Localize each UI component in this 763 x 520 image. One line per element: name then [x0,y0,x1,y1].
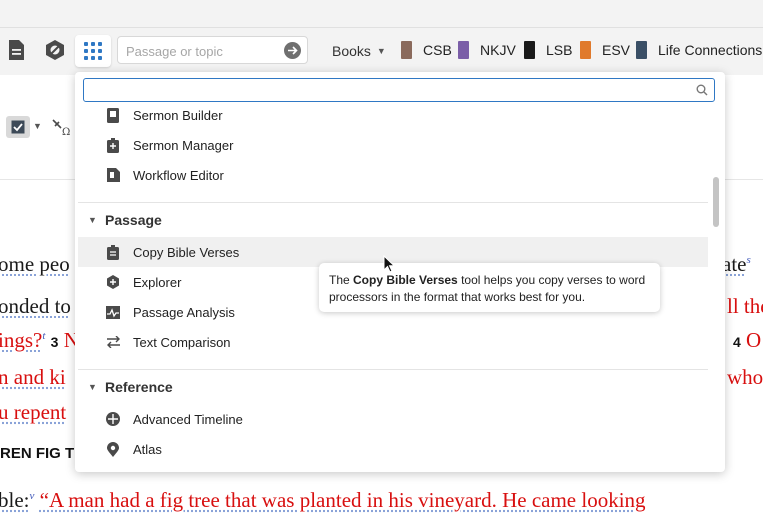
text-line-2: onded to [0,294,71,318]
text-line-4: n and ki [0,365,66,389]
copy-verses-icon [105,244,121,260]
books-menu-button[interactable]: Books ▼ [332,41,386,61]
scrollbar-thumb[interactable] [713,177,719,227]
text-line-1: ome peo [0,252,70,276]
chevron-down-icon: ▼ [376,46,386,56]
dropdown-scrollbar[interactable] [711,108,721,468]
passage-search [117,36,308,64]
checkbox-icon [11,120,25,134]
sermon-builder-icon [105,107,121,123]
visual-filter-icon[interactable] [43,38,67,62]
passage-search-input[interactable] [126,41,286,61]
shortcut-label: ESV [602,42,631,58]
menu-item-sermon-builder[interactable]: Sermon Builder [78,100,708,130]
chevron-down-icon[interactable]: ▼ [33,121,42,131]
tool-tooltip: The Copy Bible Verses tool helps you cop… [319,263,660,312]
grid-icon [84,42,102,60]
document-icon[interactable] [4,38,28,62]
timeline-icon [105,411,121,427]
shortcut-nkjv[interactable]: NKJV [458,39,516,61]
text-line-3-right: 4 O [733,328,762,352]
menu-item-atlas[interactable]: Atlas [78,434,708,464]
text-line-5: u repent [0,400,67,424]
book-cover-icon [580,41,591,59]
tooltip-text: The [329,273,354,287]
section-reference[interactable]: ▼ Reference [78,372,708,402]
shortcut-label: CSB [423,42,452,58]
sermon-manager-icon [105,137,121,153]
shortcut-label: NKJV [480,42,516,58]
svg-text:Ω: Ω [62,127,70,137]
tools-menu-button[interactable] [75,35,111,67]
section-heading: REN FIG TR [0,445,85,462]
tools-filter [83,78,715,102]
shortcut-csb[interactable]: CSB [401,39,452,61]
divider [78,202,708,203]
menu-item-advanced-timeline[interactable]: Advanced Timeline [78,404,708,434]
tools-filter-input[interactable] [90,81,680,99]
shortcut-lsb[interactable]: LSB [524,39,572,61]
workflow-editor-icon [105,167,121,183]
section-passage[interactable]: ▼ Passage [78,205,708,235]
atlas-icon [105,441,121,457]
tooltip-text: processors in the format that works best… [329,290,586,304]
text-line-3: ings?t 3 N [0,328,79,352]
book-cover-icon [636,41,647,59]
go-arrow-icon[interactable] [284,42,301,59]
interlinear-icon[interactable]: Ω [51,117,71,137]
books-label: Books [332,43,371,59]
window-top-strip [0,0,763,28]
checkbox-toggle-button[interactable] [6,116,30,138]
menu-item-sermon-manager[interactable]: Sermon Manager [78,130,708,160]
passage-analysis-icon [105,304,121,320]
text-line-last: ble:v “A man had a fig tree that was pla… [0,488,646,512]
shortcut-label: LSB [546,42,573,58]
book-cover-icon [458,41,469,59]
tooltip-tool-name: Copy Bible Verses [353,273,458,287]
text-line-1-right: ates [722,252,751,276]
divider [78,369,708,370]
mouse-cursor-icon [383,255,395,273]
tooltip-text: tool helps you copy verses to word [457,273,646,287]
shortcut-life-connections[interactable]: Life Connections S [636,39,763,61]
collapse-triangle-icon: ▼ [88,382,97,392]
text-line-2-right: ll the [727,294,763,318]
menu-item-text-comparison[interactable]: Text Comparison [78,327,708,357]
shortcut-label: Life Connections S [658,42,763,58]
book-cover-icon [401,41,412,59]
search-icon [696,84,708,96]
text-line-4-right: who [727,365,763,389]
menu-item-workflow-editor[interactable]: Workflow Editor [78,160,708,190]
shortcut-esv[interactable]: ESV [580,39,630,61]
book-cover-icon [524,41,535,59]
text-comparison-icon [105,334,121,350]
collapse-triangle-icon: ▼ [88,215,97,225]
explorer-icon [105,274,121,290]
